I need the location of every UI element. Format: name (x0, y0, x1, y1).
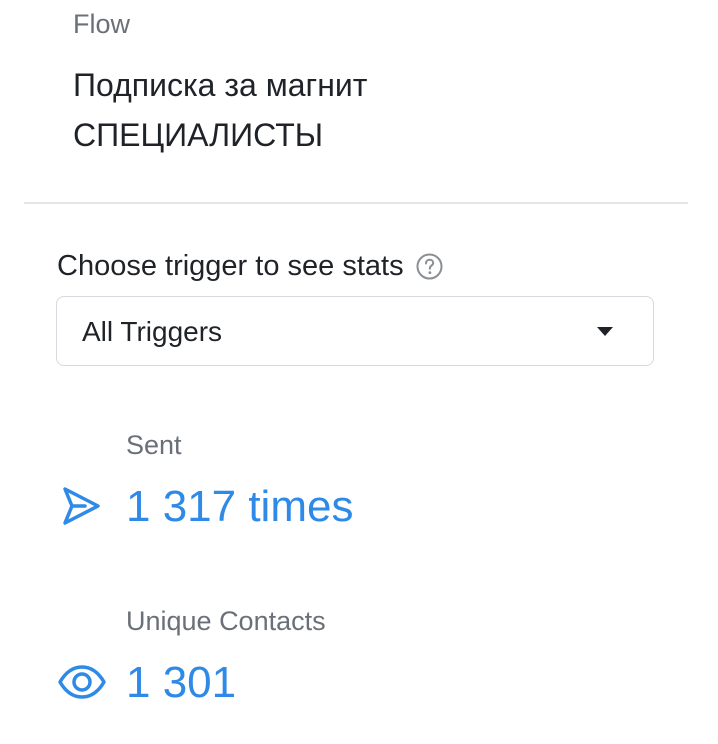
trigger-heading-text: Choose trigger to see stats (57, 249, 404, 282)
flow-name-line-1: Подписка за магнит (73, 67, 368, 103)
flow-name: Подписка за магнит СПЕЦИАЛИСТЫ (73, 60, 673, 160)
divider (24, 202, 688, 204)
flow-name-line-2: СПЕЦИАЛИСТЫ (73, 117, 324, 153)
flow-label: Flow (73, 9, 131, 39)
unique-contacts-value: 1 301 (126, 658, 237, 707)
eye-icon (58, 665, 106, 699)
trigger-select-value: All Triggers (82, 316, 223, 347)
unique-contacts-label: Unique Contacts (126, 606, 326, 636)
trigger-select[interactable]: All Triggers (56, 296, 654, 366)
sent-value: 1 317 times (126, 482, 354, 531)
trigger-heading: Choose trigger to see stats (57, 246, 443, 286)
question-circle-icon[interactable] (416, 253, 443, 280)
send-icon (63, 487, 100, 525)
sent-label: Sent (126, 430, 182, 460)
caret-down-icon (597, 327, 613, 336)
